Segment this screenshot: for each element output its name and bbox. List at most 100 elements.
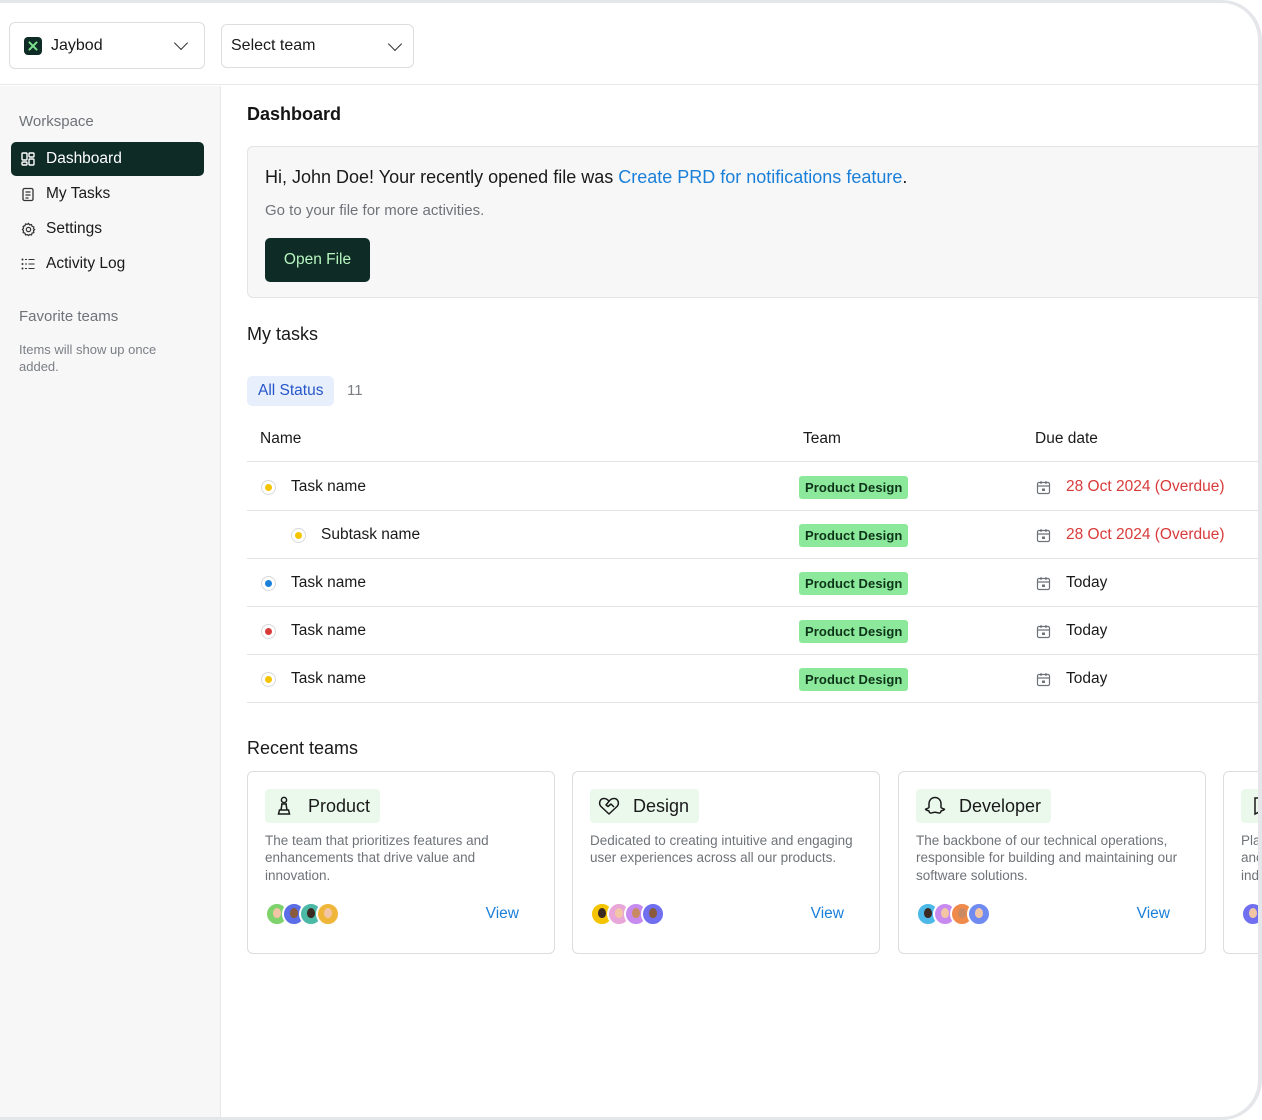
ghost-icon [924,795,946,817]
avatar [967,902,991,926]
greeting-suffix: . [902,167,908,187]
team-avatars [916,902,991,926]
team-select-label: Select team [231,37,316,54]
favorites-empty-note: Items will show up once added. [19,342,157,374]
team-card-design[interactable]: Design Dedicated to creating intuitive a… [572,771,880,954]
team-name: Design [633,795,690,816]
page-title: Dashboard [247,104,342,124]
workspace-logo-icon [24,36,42,55]
sidebar-item-label: My Tasks [46,185,111,202]
calendar-icon [1036,577,1051,591]
status-dot-icon[interactable] [261,672,276,687]
subtask-row[interactable]: Subtask name Product Design 28 Oct 2024 (O… [247,511,1258,559]
list-icon [20,256,36,272]
handshake-heart-icon [598,795,620,817]
team-tag: Product Design [799,524,909,547]
team-name: Product [308,795,371,816]
view-team-link[interactable]: View [486,905,519,923]
column-name[interactable]: Name [260,430,301,448]
sidebar-item-label: Dashboard [46,150,122,167]
team-card-product[interactable]: Product The team that prioritizes featur… [247,771,555,954]
due-date: Today [1066,574,1108,591]
greeting-text: Hi, John Doe! Your recently opened file … [265,167,907,188]
team-name: Developer [959,795,1042,816]
book-icon [1249,795,1258,817]
team-card-developer[interactable]: Developer The backbone of our technical … [898,771,1206,954]
top-bar: Jaybod Select team [0,3,1258,85]
greeting-prefix: Hi, John Doe! Your recently opened file … [265,167,619,187]
column-team[interactable]: Team [803,430,841,448]
team-chip [1241,789,1258,823]
task-name[interactable]: Task name [291,670,366,688]
team-description: The team that prioritizes features and e… [265,833,489,883]
gear-icon [20,221,36,237]
table-row[interactable]: Task name Product Design 28 Oct 2024 (Over… [247,463,1258,511]
team-chip: Product [265,789,381,823]
app-window: Jaybod Select team Workspace Dashboard M… [0,0,1262,1120]
team-chip: Developer [916,789,1052,823]
my-tasks-title: My tasks [247,324,319,344]
chevron-down-icon [173,35,189,51]
open-file-button[interactable]: Open File [265,238,370,282]
task-count: 11 [347,382,363,399]
table-row[interactable]: Task name Product Design Today [247,607,1258,655]
sidebar-item-my-tasks[interactable]: My Tasks [11,177,204,211]
team-description: Pla anc ind [1241,833,1262,883]
workspace-select[interactable]: Jaybod [9,22,205,69]
due-date: 28 Oct 2024 (Overdue) [1066,526,1225,543]
due-date: Today [1066,622,1108,639]
recent-file-link[interactable]: Create PRD for notifications feature [618,167,902,187]
avatar [316,902,340,926]
view-team-link[interactable]: View [811,905,844,923]
status-filter-all[interactable]: All Status [247,376,335,406]
team-chip: Design [590,789,700,823]
table-row[interactable]: Task name Product Design Today [247,559,1258,607]
task-name[interactable]: Task name [291,622,366,640]
task-name[interactable]: Subtask name [321,526,420,544]
table-row[interactable]: Task name Product Design Today [247,655,1258,703]
favorite-teams-heading: Favorite teams [19,308,119,325]
tasks-table-header: Name Team Due date [247,424,1258,462]
chess-pawn-icon [273,795,295,817]
sidebar: Workspace Dashboard My Tasks Settings Ac… [0,86,221,1117]
sidebar-item-dashboard[interactable]: Dashboard [11,142,204,176]
team-avatars [1241,902,1258,926]
recent-teams-title: Recent teams [247,738,359,758]
task-name[interactable]: Task name [291,478,366,496]
calendar-icon [1036,625,1051,639]
status-dot-icon[interactable] [261,576,276,591]
calendar-icon [1036,673,1051,687]
avatar [1241,902,1258,926]
column-due-date[interactable]: Due date [1035,430,1098,448]
banner-subtext: Go to your file for more activities. [265,202,485,219]
team-description: Dedicated to creating intuitive and enga… [590,833,853,866]
due-date: 28 Oct 2024 (Overdue) [1066,478,1225,495]
status-dot-icon[interactable] [261,624,276,639]
status-dot-icon[interactable] [291,528,306,543]
sidebar-item-settings[interactable]: Settings [11,212,204,246]
sidebar-item-label: Settings [46,220,103,237]
team-tag: Product Design [799,572,909,595]
team-tag: Product Design [799,668,909,691]
chevron-down-icon [387,36,403,51]
task-name[interactable]: Task name [291,574,366,592]
view-team-link[interactable]: View [1137,905,1170,923]
team-tag: Product Design [799,476,909,499]
team-tag: Product Design [799,620,909,643]
due-date: Today [1066,670,1108,687]
team-description: The backbone of our technical operations… [916,833,1178,883]
status-dot-icon[interactable] [261,480,276,495]
team-select[interactable]: Select team [221,24,414,68]
calendar-icon [1036,529,1051,543]
recent-file-banner: Hi, John Doe! Your recently opened file … [247,146,1258,298]
calendar-icon [1036,481,1051,495]
sidebar-item-activity-log[interactable]: Activity Log [11,247,204,281]
workspace-name: Jaybod [51,36,103,54]
team-avatars [590,902,665,926]
team-card-partial[interactable]: Pla anc ind [1223,771,1262,954]
tasks-icon [20,186,36,202]
team-avatars [265,902,340,926]
workspace-heading: Workspace [19,113,94,130]
avatar [641,902,665,926]
dashboard-icon [20,151,36,167]
